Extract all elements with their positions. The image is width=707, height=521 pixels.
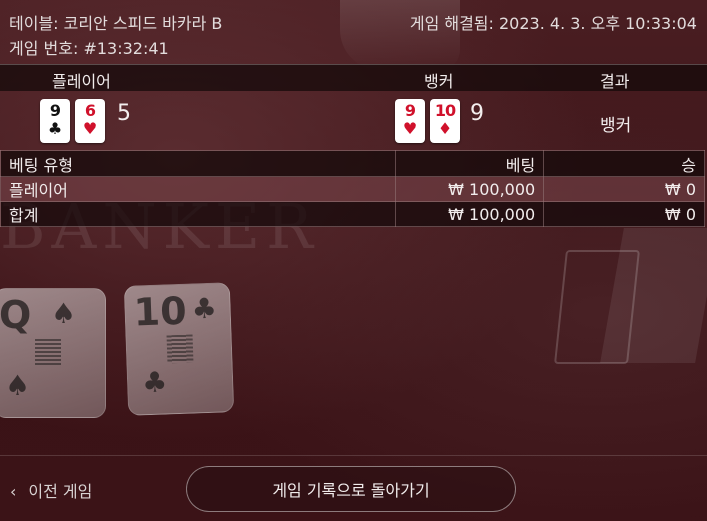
bet-amount-cell: ₩ 100,000	[395, 201, 545, 227]
bet-table-header: 베팅 유형 베팅 승	[0, 150, 705, 177]
banker-card-1: 9 ♥	[395, 99, 425, 143]
player-score: 5	[117, 101, 131, 126]
game-number: 게임 번호: #13:32:41	[9, 39, 169, 58]
card-rank: 6	[84, 101, 96, 120]
banker-card-2: 10 ♦	[430, 99, 460, 143]
card-rank: 9	[49, 101, 61, 120]
banker-score: 9	[470, 101, 484, 126]
barcode-icon	[166, 334, 194, 364]
previous-game-link[interactable]: ‹ 이전 게임	[10, 478, 92, 502]
bet-type-cell: 합계	[0, 201, 397, 227]
back-to-history-button[interactable]: 게임 기록으로 돌아가기	[186, 466, 516, 512]
result-table-header: 플레이어 뱅커 결과	[0, 64, 707, 91]
heart-icon: ♥	[402, 119, 418, 138]
club-icon: ♣	[191, 291, 218, 326]
game-header: 테이블: 코리안 스피드 바카라 B 게임 번호: #13:32:41 게임 해…	[0, 0, 707, 62]
player-card-2: 6 ♥	[75, 99, 105, 143]
spade-icon: ♠	[5, 369, 31, 402]
player-card-1: 9 ♣	[40, 99, 70, 143]
barcode-icon	[35, 339, 61, 367]
column-player: 플레이어	[52, 72, 111, 91]
background-card-rank: Q	[0, 293, 32, 337]
background-card-queen: Q ♠ ♠	[0, 288, 106, 418]
win-amount-cell: ₩ 0	[543, 201, 705, 227]
bet-amount-cell: ₩ 100,000	[395, 176, 545, 202]
game-result: 뱅커	[600, 116, 632, 136]
bet-type-cell: 플레이어	[0, 176, 397, 202]
column-banker: 뱅커	[424, 72, 454, 91]
column-result: 결과	[600, 72, 630, 91]
result-row: 9 ♣ 6 ♥ 5 9 ♥ 10 ♦ 9 뱅커	[0, 90, 707, 150]
background-card-rank: 10	[132, 288, 188, 335]
table-row: 플레이어 ₩ 100,000 ₩ 0	[0, 176, 705, 202]
previous-game-label: 이전 게임	[28, 482, 93, 501]
header-bet: 베팅	[395, 150, 545, 177]
diamond-icon: ♦	[437, 119, 453, 138]
club-icon: ♣	[47, 119, 63, 138]
chevron-left-icon: ‹	[10, 482, 17, 501]
card-shoe	[554, 250, 640, 364]
table-name: 테이블: 코리안 스피드 바카라 B	[9, 14, 223, 33]
win-amount-cell: ₩ 0	[543, 176, 705, 202]
club-icon: ♣	[141, 365, 168, 400]
resolved-time: 게임 해결됨: 2023. 4. 3. 오후 10:33:04	[409, 14, 697, 33]
header-win: 승	[543, 150, 705, 177]
table-row-total: 합계 ₩ 100,000 ₩ 0	[0, 201, 705, 227]
header-bet-type: 베팅 유형	[0, 150, 397, 177]
card-rank: 10	[434, 101, 456, 120]
heart-icon: ♥	[82, 119, 98, 138]
bet-table: 베팅 유형 베팅 승 플레이어 ₩ 100,000 ₩ 0 합계 ₩ 100,0…	[0, 150, 705, 227]
footer-divider	[0, 455, 707, 456]
spade-icon: ♠	[51, 297, 77, 330]
background-card-ten: 10 ♣ ♣	[123, 282, 235, 416]
card-rank: 9	[404, 101, 416, 120]
